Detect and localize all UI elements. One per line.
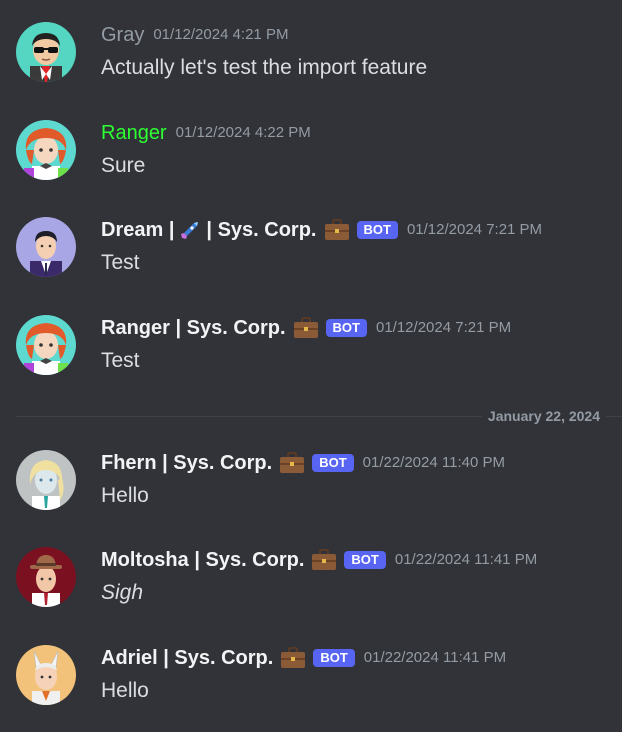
message-header: Moltosha | Sys. Corp. BOT 01/22/2024 11:… bbox=[101, 547, 537, 573]
message-content: Sure bbox=[101, 154, 146, 177]
message-header: Ranger | Sys. Corp. BOT 01/12/2024 7:21 … bbox=[101, 315, 511, 341]
message-content: Hello bbox=[101, 679, 149, 702]
sunglasses-man-avatar-icon bbox=[16, 22, 76, 82]
briefcase-icon bbox=[324, 218, 350, 242]
rocket-icon bbox=[179, 219, 201, 241]
message-content: Test bbox=[101, 349, 140, 372]
message-header: Ranger 01/12/2024 4:22 PM bbox=[101, 120, 311, 146]
message-content: Actually let's test the import feature bbox=[101, 56, 428, 79]
message-header: Gray 01/12/2024 4:21 PM bbox=[101, 22, 288, 48]
horned-character-avatar-icon bbox=[16, 645, 76, 705]
chat-message-list: Gray 01/12/2024 4:21 PM Actually let's t… bbox=[0, 0, 622, 732]
timestamp: 01/12/2024 4:22 PM bbox=[175, 124, 311, 141]
briefcase-icon bbox=[293, 316, 319, 340]
username[interactable]: Fhern | Sys. Corp. bbox=[101, 450, 272, 476]
date-divider-label: January 22, 2024 bbox=[481, 407, 606, 425]
avatar[interactable] bbox=[16, 450, 76, 510]
bot-tag: BOT bbox=[325, 319, 367, 337]
message: Ranger 01/12/2024 4:22 PM Sure bbox=[0, 120, 622, 200]
username-suffix: | Sys. Corp. bbox=[206, 219, 317, 241]
timestamp: 01/22/2024 11:41 PM bbox=[394, 551, 538, 568]
message-content: Test bbox=[101, 251, 140, 274]
message: Adriel | Sys. Corp. BOT 01/22/2024 11:41… bbox=[0, 645, 622, 725]
avatar[interactable] bbox=[16, 217, 76, 277]
timestamp: 01/12/2024 7:21 PM bbox=[375, 319, 512, 336]
red-hair-character-avatar-icon bbox=[16, 120, 76, 180]
message: Ranger | Sys. Corp. BOT 01/12/2024 7:21 … bbox=[0, 315, 622, 395]
fedora-character-avatar-icon bbox=[16, 547, 76, 607]
red-hair-character-avatar-icon bbox=[16, 315, 76, 375]
avatar[interactable] bbox=[16, 22, 76, 82]
username[interactable]: Dream | | Sys. Corp. bbox=[101, 217, 317, 243]
message: Dream | | Sys. Corp. BOT 01/12/2024 7:21… bbox=[0, 217, 622, 297]
timestamp: 01/12/2024 7:21 PM bbox=[406, 221, 543, 238]
timestamp: 01/22/2024 11:40 PM bbox=[362, 454, 505, 471]
message: Fhern | Sys. Corp. BOT 01/22/2024 11:40 … bbox=[0, 450, 622, 530]
message-header: Adriel | Sys. Corp. BOT 01/22/2024 11:41… bbox=[101, 645, 506, 671]
bot-tag: BOT bbox=[344, 551, 386, 569]
timestamp: 01/22/2024 11:41 PM bbox=[363, 649, 507, 666]
message-header: Fhern | Sys. Corp. BOT 01/22/2024 11:40 … bbox=[101, 450, 505, 476]
avatar[interactable] bbox=[16, 547, 76, 607]
username[interactable]: Adriel | Sys. Corp. bbox=[101, 645, 273, 671]
message: Moltosha | Sys. Corp. BOT 01/22/2024 11:… bbox=[0, 547, 622, 627]
blonde-character-avatar-icon bbox=[16, 450, 76, 510]
message: Gray 01/12/2024 4:21 PM Actually let's t… bbox=[0, 22, 622, 102]
username[interactable]: Ranger | Sys. Corp. bbox=[101, 315, 286, 341]
avatar[interactable] bbox=[16, 120, 76, 180]
briefcase-icon bbox=[280, 646, 306, 670]
briefcase-icon bbox=[279, 451, 305, 475]
avatar[interactable] bbox=[16, 315, 76, 375]
timestamp: 01/12/2024 4:21 PM bbox=[153, 26, 289, 43]
briefcase-icon bbox=[311, 548, 337, 572]
suit-man-avatar-icon bbox=[16, 217, 76, 277]
message-content: Sigh bbox=[101, 581, 144, 604]
username[interactable]: Ranger bbox=[101, 120, 167, 146]
username-prefix: Dream | bbox=[101, 219, 175, 241]
message-content: Hello bbox=[101, 484, 149, 507]
bot-tag: BOT bbox=[313, 649, 355, 667]
username[interactable]: Moltosha | Sys. Corp. bbox=[101, 547, 304, 573]
message-header: Dream | | Sys. Corp. BOT 01/12/2024 7:21… bbox=[101, 217, 542, 243]
avatar[interactable] bbox=[16, 645, 76, 705]
bot-tag: BOT bbox=[312, 454, 354, 472]
username[interactable]: Gray bbox=[101, 22, 144, 48]
bot-tag: BOT bbox=[356, 221, 398, 239]
